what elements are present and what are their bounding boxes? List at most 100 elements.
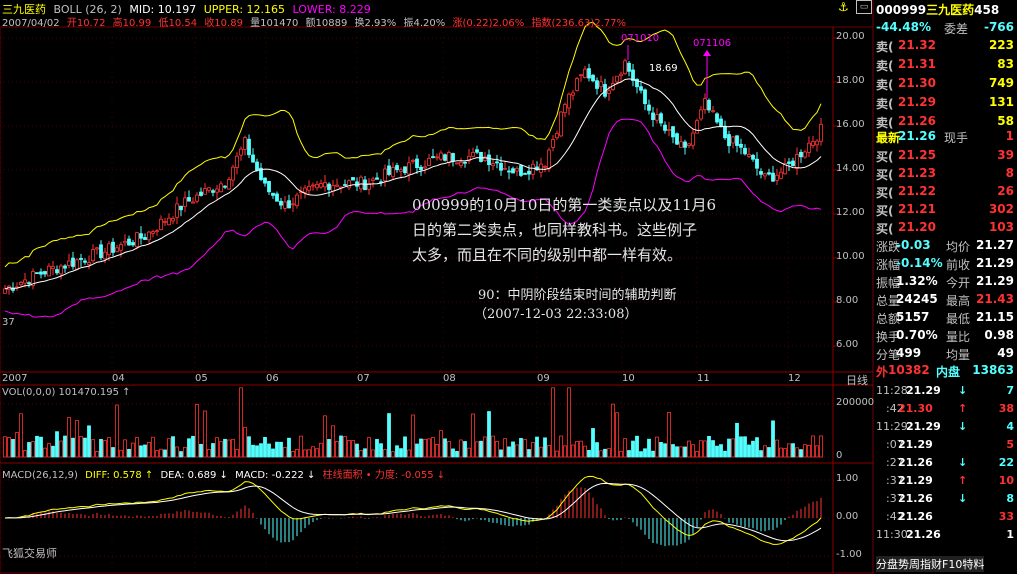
volume-bar bbox=[175, 446, 179, 458]
candle-body bbox=[459, 161, 463, 166]
stat-value: 0.70% bbox=[896, 328, 938, 342]
candle-body bbox=[187, 197, 191, 202]
price-tick-label: 20.00 bbox=[836, 31, 865, 42]
candle-body bbox=[819, 123, 823, 142]
window-toggle-icon[interactable]: ▭ bbox=[856, 0, 872, 14]
volume-bar bbox=[487, 411, 491, 458]
volume-bar bbox=[119, 449, 123, 458]
candle-body bbox=[523, 173, 527, 175]
macd-tick-label: -1.00 bbox=[836, 549, 862, 560]
annotation-line-1: 000999的10月10日的第一类卖点以及11月6 bbox=[412, 196, 717, 214]
month-tick-label: 04 bbox=[112, 373, 125, 384]
candle-body bbox=[279, 200, 283, 206]
volume-bar bbox=[479, 440, 483, 458]
volume-bar bbox=[143, 444, 147, 458]
volume-bar bbox=[683, 446, 687, 458]
bottom-tabs[interactable]: 分盘势周指财F10特料 bbox=[876, 556, 985, 572]
volume-bar bbox=[439, 430, 443, 458]
volume-bar bbox=[647, 438, 651, 458]
candle-body bbox=[771, 172, 775, 182]
quote-code-tail: 458 bbox=[974, 3, 1000, 17]
volume-bar bbox=[503, 438, 507, 458]
period-label[interactable]: 日线 bbox=[846, 372, 868, 388]
volume-bar bbox=[123, 439, 127, 458]
tick-price: 21.29 bbox=[898, 474, 933, 487]
bar-date: 2007/04/02 bbox=[2, 18, 60, 29]
volume-bar bbox=[811, 435, 815, 458]
bid-price: 21.25 bbox=[898, 148, 936, 162]
volume-bar bbox=[567, 387, 571, 458]
candle-body bbox=[395, 165, 399, 171]
volume-bar bbox=[319, 442, 323, 458]
volume-bar bbox=[795, 447, 799, 458]
bid-row: 买(21.20 103 bbox=[876, 220, 1016, 236]
stat-value: 21.27 bbox=[976, 238, 1014, 252]
volume-bar bbox=[135, 437, 139, 458]
candle-body bbox=[123, 241, 127, 244]
candle-body bbox=[591, 74, 595, 82]
volume-bar bbox=[495, 440, 499, 458]
volume-bar bbox=[3, 436, 7, 458]
volume-bar bbox=[791, 443, 795, 458]
volume-bar bbox=[615, 412, 619, 458]
candle-body bbox=[563, 104, 567, 114]
candle-body bbox=[135, 232, 139, 248]
volume-bar bbox=[391, 451, 395, 458]
candle-body bbox=[315, 183, 319, 189]
candle-body bbox=[667, 129, 671, 132]
stat-value: 49 bbox=[997, 346, 1014, 360]
candle-body bbox=[679, 141, 683, 148]
stat-row: 换手 0.70% 量比 0.98 bbox=[876, 328, 1016, 344]
volume-bar bbox=[31, 441, 35, 458]
candle-body bbox=[191, 201, 195, 204]
volume-bar bbox=[387, 413, 391, 458]
candle-body bbox=[115, 247, 119, 253]
candle-body bbox=[235, 155, 239, 168]
candle-body bbox=[179, 205, 183, 211]
volume-bar bbox=[115, 404, 119, 458]
volume-bar bbox=[715, 445, 719, 458]
anchor-icon[interactable]: ⚓ bbox=[838, 0, 849, 14]
candle-body bbox=[619, 73, 623, 77]
candle-body bbox=[439, 152, 443, 160]
ask-label: 卖( bbox=[876, 59, 894, 73]
volume-bar bbox=[307, 449, 311, 458]
volume-bar bbox=[431, 437, 435, 458]
candle-body bbox=[763, 173, 767, 177]
volume-bar bbox=[515, 444, 519, 458]
candle-body bbox=[543, 165, 547, 168]
volume-bar bbox=[755, 437, 759, 458]
tick-price: 21.30 bbox=[898, 402, 933, 415]
volume-bar bbox=[367, 437, 371, 458]
candle-body bbox=[687, 143, 691, 147]
volume-bar bbox=[291, 450, 295, 458]
trade-tick-row: 11:30 21.26 1 bbox=[876, 528, 1016, 544]
candle-body bbox=[99, 244, 103, 259]
volume-bar bbox=[59, 440, 63, 458]
macd-tick-label: 0.00 bbox=[836, 511, 859, 522]
volume-bar bbox=[23, 450, 27, 458]
candle-body bbox=[559, 111, 563, 137]
volume-bar bbox=[131, 442, 135, 458]
bid-label: 买( bbox=[876, 204, 894, 218]
candle-body bbox=[167, 217, 171, 226]
tick-direction-icon: ↓ bbox=[958, 492, 968, 505]
candle-body bbox=[211, 190, 215, 193]
bid-label: 买( bbox=[876, 150, 894, 164]
stat-row: 分笔 499 均量 49 bbox=[876, 346, 1016, 362]
macd-title: MACD(26,12,9) bbox=[2, 470, 78, 481]
volume-bar bbox=[7, 437, 11, 458]
outer-label: 外 bbox=[876, 365, 889, 379]
volume-bar bbox=[671, 444, 675, 458]
volume-bar bbox=[563, 445, 567, 458]
candle-body bbox=[531, 163, 535, 175]
bid-row: 买(21.25 39 bbox=[876, 148, 1016, 164]
volume-bar bbox=[623, 438, 627, 458]
stat-value: -0.03 bbox=[896, 238, 931, 252]
volume-bar bbox=[591, 428, 595, 458]
candle-body bbox=[651, 112, 655, 120]
volume-bar bbox=[127, 448, 131, 458]
candle-body bbox=[683, 141, 687, 148]
candle-body bbox=[271, 192, 275, 196]
bar-amplitude: 振4.20% bbox=[403, 18, 446, 29]
